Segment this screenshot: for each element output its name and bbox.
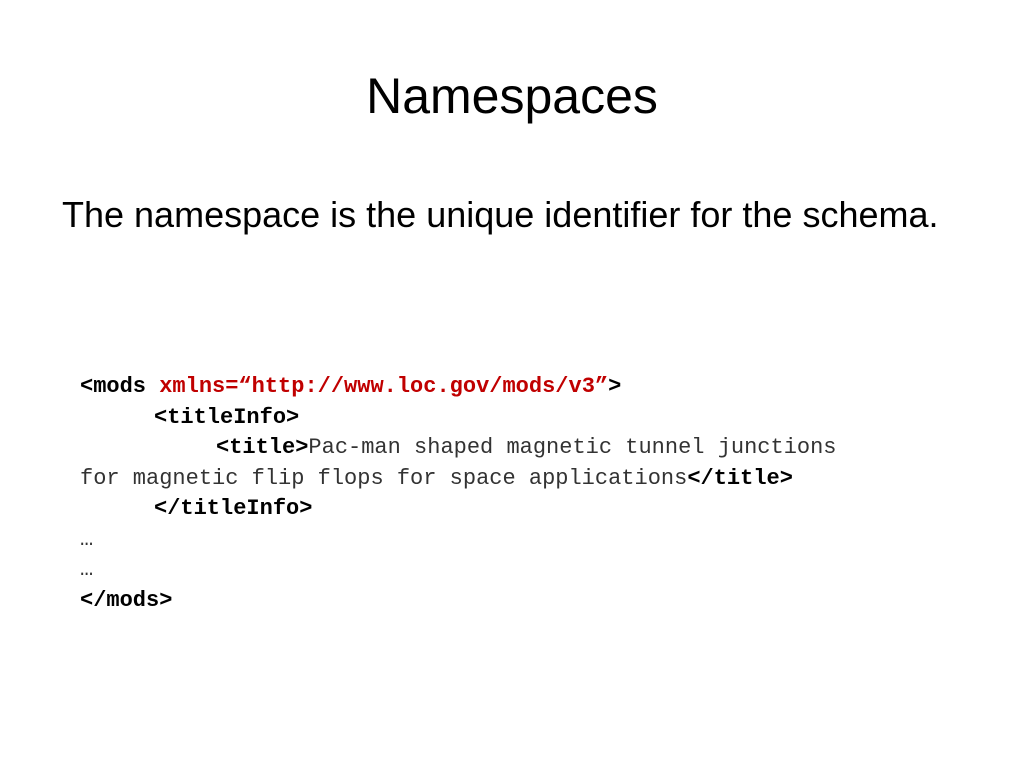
title-text-part1: Pac-man shaped magnetic tunnel junctions: [308, 435, 837, 460]
code-line-titleinfo-open: <titleInfo>: [80, 403, 960, 434]
slide: Namespaces The namespace is the unique i…: [0, 0, 1024, 768]
xmlns-attribute: xmlns=“http://www.loc.gov/mods/v3”: [159, 374, 609, 399]
code-block: <mods xmlns=“http://www.loc.gov/mods/v3”…: [80, 372, 960, 616]
title-text-part2: for magnetic flip flops for space applic…: [80, 465, 688, 491]
body-paragraph: The namespace is the unique identifier f…: [62, 194, 939, 235]
code-line-title-close: for magnetic flip flops for space applic…: [80, 464, 960, 495]
code-line-title-open: <title>Pac-man shaped magnetic tunnel ju…: [80, 433, 960, 464]
ellipsis-2: …: [80, 557, 94, 582]
title-close-tag: </title>: [687, 465, 793, 491]
ellipsis-1: …: [80, 526, 94, 552]
slide-title: Namespaces: [366, 68, 658, 124]
title-open-tag: <title>: [216, 435, 309, 460]
code-line-ellipsis-1: …: [80, 525, 960, 556]
code-line-mods-open: <mods xmlns=“http://www.loc.gov/mods/v3”…: [80, 372, 960, 403]
code-line-ellipsis-2: …: [80, 555, 960, 586]
code-line-mods-close: </mods>: [80, 586, 960, 617]
code-line-titleinfo-close: </titleInfo>: [80, 494, 960, 525]
titleinfo-close-tag: </titleInfo>: [154, 496, 313, 521]
titleinfo-open-tag: <titleInfo>: [154, 404, 300, 430]
mods-open-tag-close: >: [608, 374, 622, 399]
mods-open-tag: <mods: [80, 374, 160, 399]
mods-close-tag: </mods>: [80, 587, 173, 613]
